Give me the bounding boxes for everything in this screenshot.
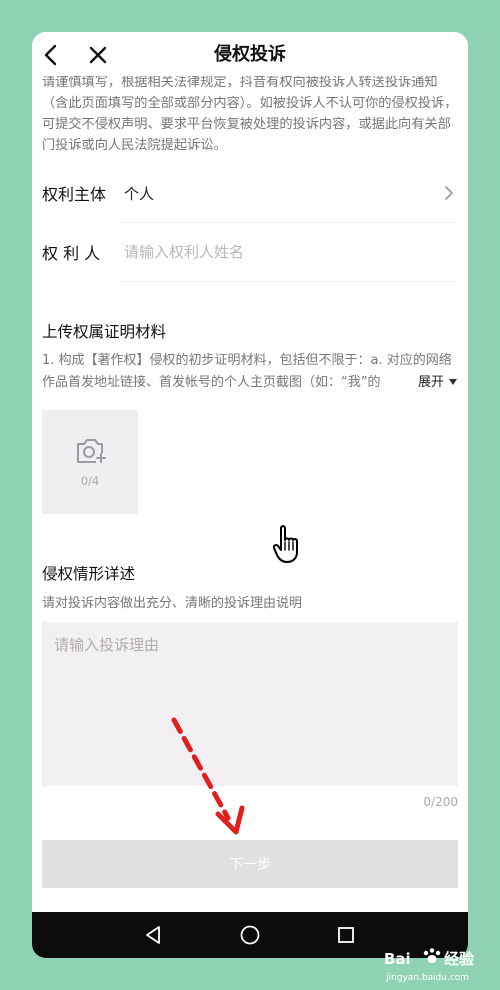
red-arrow-annotation	[171, 717, 245, 835]
phone-screen: 侵权投诉 请谨慎填写，根据相关法律规定，抖音有权向被投诉人转送投诉通知（含此页面…	[32, 32, 468, 958]
details-section-title: 侵权情形详述	[42, 565, 136, 583]
upload-count: 0/4	[80, 474, 100, 488]
watermark-brand-cn: 经验	[444, 950, 475, 968]
back-icon[interactable]	[38, 41, 66, 69]
expand-label: 展开	[418, 375, 445, 390]
square-recent-icon[interactable]	[334, 923, 358, 947]
upload-description: 1. 构成【著作权】侵权的初步证明材料，包括但不限于：a. 对应的网络作品首发地…	[42, 353, 452, 390]
paw-icon	[423, 948, 441, 963]
legal-notice-text: 请谨慎填写，根据相关法律规定，抖音有权向被投诉人转送投诉通知（含此页面填写的全部…	[42, 76, 458, 153]
rights-subject-label: 权利主体	[42, 185, 107, 204]
divider	[120, 281, 458, 282]
chevron-right-icon	[445, 186, 453, 200]
char-counter: 0/200	[423, 795, 458, 809]
expand-button[interactable]: 展开	[410, 372, 468, 394]
triangle-back-icon[interactable]	[142, 923, 166, 947]
hand-cursor-icon	[272, 525, 298, 563]
upload-image-button[interactable]: 0/4	[42, 410, 138, 514]
rights-holder-input[interactable]	[124, 243, 458, 261]
watermark-brand: Bai	[384, 950, 411, 968]
rights-holder-label: 权 利 人	[42, 244, 101, 263]
complaint-reason-input[interactable]	[42, 622, 458, 786]
circle-home-icon[interactable]	[238, 923, 262, 947]
top-bar: 侵权投诉	[32, 32, 468, 78]
baidu-jingyan-watermark: Bai 经验 jingyan.baidu.com	[384, 948, 475, 983]
close-icon[interactable]	[84, 41, 112, 69]
upload-section-title: 上传权属证明材料	[42, 323, 167, 341]
rights-holder-row: 权 利 人	[42, 223, 458, 281]
details-subtitle: 请对投诉内容做出充分、清晰的投诉理由说明	[42, 596, 303, 611]
caret-down-icon	[449, 379, 458, 385]
next-step-button[interactable]: 下一步	[42, 840, 458, 888]
rights-subject-value: 个人	[124, 184, 155, 203]
rights-subject-row[interactable]: 权利主体 个人	[42, 164, 458, 222]
camera-add-icon	[77, 439, 106, 463]
watermark-site: jingyan.baidu.com	[385, 973, 469, 983]
